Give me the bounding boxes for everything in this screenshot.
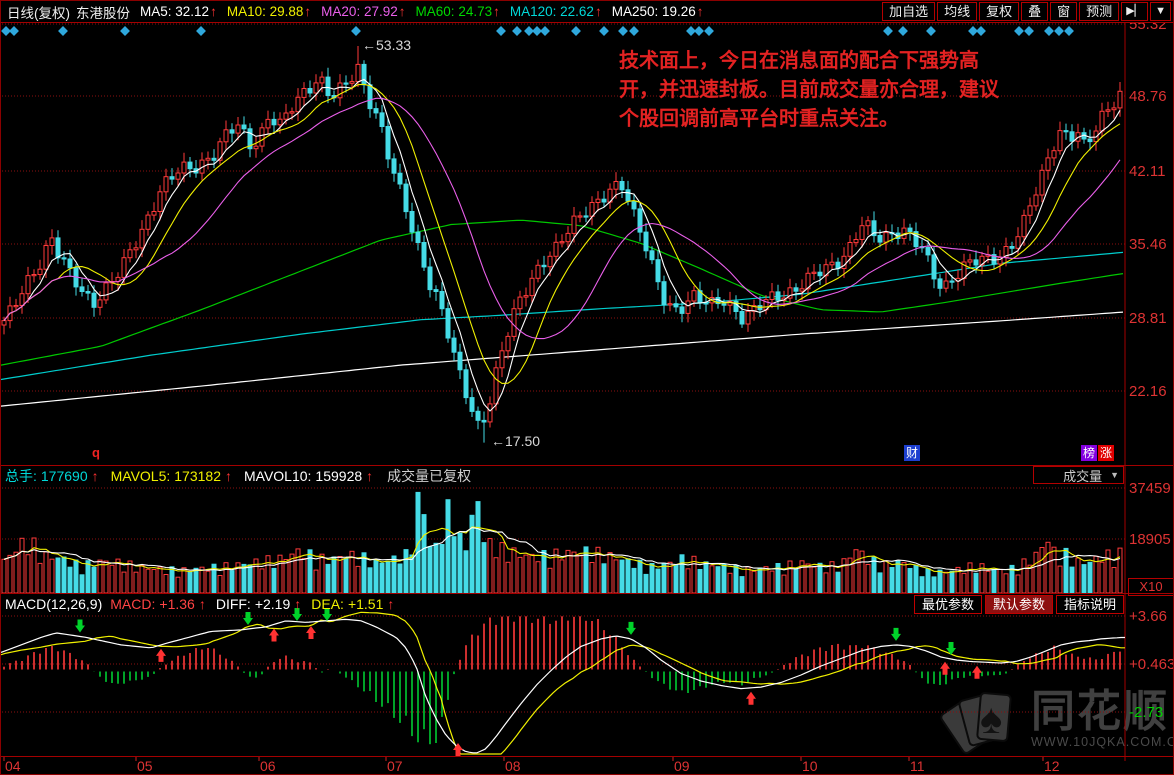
macd-label: MACD: — [110, 596, 155, 612]
mavol10-value: 159928 — [315, 468, 362, 484]
volume-total-label: 总手: — [5, 466, 37, 486]
chevron-down-icon: ▼ — [1110, 470, 1119, 480]
analysis-annotation: 技术面上，今日在消息面的配合下强势高开，并迅速封板。目前成交量亦合理，建议个股回… — [619, 47, 1003, 134]
overlay-button[interactable]: 叠 — [1021, 2, 1048, 21]
volume-adjusted-note: 成交量已复权 — [387, 466, 471, 486]
dea-label: DEA: — [311, 596, 344, 612]
month-label: 08 — [505, 758, 521, 774]
indicator-help-button[interactable]: 指标说明 — [1056, 595, 1124, 614]
volume-header: 总手: 177690 ↑ MAVOL5: 173182 ↑ MAVOL10: 1… — [1, 465, 1125, 486]
ma-lines-button[interactable]: 均线 — [937, 2, 977, 21]
up-arrow-icon: ↑ — [294, 596, 301, 612]
month-label: 05 — [137, 758, 153, 774]
month-label: 09 — [674, 758, 690, 774]
up-arrow-icon: ↑ — [595, 4, 602, 19]
price-axis-label: 48.76 — [1129, 88, 1167, 105]
rise-badge[interactable]: 涨 — [1098, 445, 1114, 461]
macd-axis-label: +3.66 — [1129, 608, 1167, 625]
add-watchlist-button[interactable]: 加自选 — [882, 2, 935, 21]
ma20-readout: MA20: 27.92↑ — [321, 4, 405, 19]
up-arrow-icon: ↑ — [697, 4, 704, 19]
exright-marker[interactable]: q — [92, 445, 100, 460]
up-arrow-icon: ↑ — [366, 468, 373, 484]
ma10-readout: MA10: 29.88↑ — [227, 4, 311, 19]
left-arrow-icon: ← — [491, 433, 505, 449]
toolbar-buttons: 加自选 均线 复权 叠 窗 预测 ▶▏ ▼ — [880, 2, 1171, 21]
up-arrow-icon: ↑ — [92, 468, 99, 484]
volume-axis-label: 18905 — [1129, 531, 1171, 548]
volume-axis-label: 37459 — [1129, 480, 1171, 497]
macd-axis-label: -2.73 — [1129, 704, 1163, 721]
up-arrow-icon: ↑ — [304, 4, 311, 19]
macd-header: MACD(12,26,9) MACD: +1.36 ↑ DIFF: +2.19 … — [1, 594, 911, 613]
top-toolbar: 日线(复权) 东港股份 MA5: 32.12↑ MA10: 29.88↑ MA2… — [1, 1, 1174, 23]
month-label: 07 — [387, 758, 403, 774]
price-axis-label: 35.46 — [1129, 236, 1167, 253]
macd-signal-arrows — [75, 608, 982, 756]
toolbar-dropdown-icon[interactable]: ▼ — [1150, 2, 1171, 21]
up-arrow-icon: ↑ — [493, 4, 500, 19]
ma60-readout: MA60: 24.73↑ — [416, 4, 500, 19]
period-label[interactable]: 日线(复权) — [7, 2, 70, 22]
forecast-button[interactable]: 预测 — [1079, 2, 1119, 21]
jump-to-latest-icon[interactable]: ▶▏ — [1121, 2, 1148, 21]
price-axis-label: 22.16 — [1129, 383, 1167, 400]
window-button[interactable]: 窗 — [1050, 2, 1077, 21]
macd-title: MACD(12,26,9) — [5, 596, 102, 612]
up-arrow-icon: ↑ — [399, 4, 406, 19]
macd-layer — [1, 612, 1125, 754]
up-arrow-icon: ↑ — [387, 596, 394, 612]
up-arrow-icon: ↑ — [199, 596, 206, 612]
macd-value: +1.36 — [159, 596, 194, 612]
diff-value: +2.19 — [255, 596, 290, 612]
price-axis-label: 28.81 — [1129, 310, 1167, 327]
volume-indicator-select[interactable]: 成交量 ▼ — [1033, 466, 1124, 484]
ma250-readout: MA250: 19.26↑ — [612, 4, 704, 19]
volume-layer — [2, 492, 1122, 593]
finance-badge[interactable]: 财 — [904, 445, 920, 461]
rank-badge[interactable]: 榜 — [1081, 445, 1097, 461]
dea-value: +1.51 — [348, 596, 383, 612]
month-label: 04 — [5, 758, 21, 774]
stock-chart-app: 日线(复权) 东港股份 MA5: 32.12↑ MA10: 29.88↑ MA2… — [0, 0, 1174, 775]
diff-label: DIFF: — [216, 596, 251, 612]
month-label: 12 — [1044, 758, 1060, 774]
month-label: 10 — [802, 758, 818, 774]
month-label: 11 — [910, 758, 925, 774]
trough-price-label: ←17.50 — [491, 433, 540, 449]
volume-unit-label: X10 — [1128, 578, 1174, 596]
ma5-readout: MA5: 32.12↑ — [140, 4, 217, 19]
stock-name[interactable]: 东港股份 — [76, 2, 130, 22]
up-arrow-icon: ↑ — [210, 4, 217, 19]
mavol10-label: MAVOL10: — [244, 468, 311, 484]
price-axis-label: 42.11 — [1129, 163, 1165, 180]
mavol5-label: MAVOL5: — [111, 468, 171, 484]
ma120-readout: MA120: 22.62↑ — [510, 4, 602, 19]
peak-price-label: ←53.33 — [362, 37, 411, 53]
panel-separator — [1, 756, 1174, 757]
mavol5-value: 173182 — [174, 468, 221, 484]
macd-axis-label: +0.463 — [1129, 656, 1174, 673]
event-markers[interactable] — [1, 26, 1074, 36]
up-arrow-icon: ↑ — [225, 468, 232, 484]
default-params-button[interactable]: 默认参数 — [985, 595, 1053, 614]
adjust-price-button[interactable]: 复权 — [979, 2, 1019, 21]
volume-total-value: 177690 — [41, 468, 88, 484]
optimal-params-button[interactable]: 最优参数 — [914, 595, 982, 614]
month-label: 06 — [260, 758, 276, 774]
ma-overlay-lines — [1, 220, 1123, 406]
left-arrow-icon: ← — [362, 37, 376, 53]
